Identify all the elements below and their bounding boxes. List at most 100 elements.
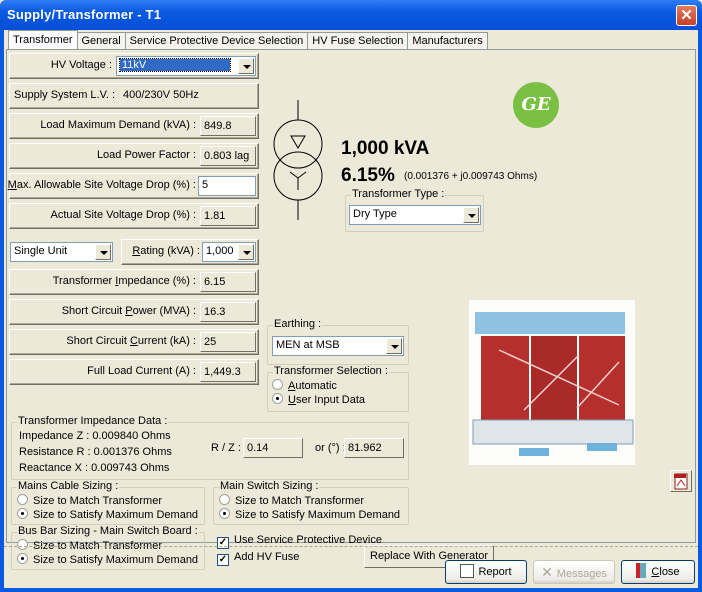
rating-row: Rating (kVA) : 1,000 (121, 239, 259, 265)
radio-selected-icon (17, 508, 28, 519)
load-power-factor-button[interactable]: Load Power Factor : 0.803 lag (9, 143, 259, 169)
dialog-client: Transformer General Service Protective D… (4, 30, 698, 588)
short-circuit-current-button[interactable]: Short Circuit Current (kA) : 25 (9, 329, 259, 355)
impedance-data-group: Transformer Impedance Data : Impedance Z… (11, 415, 409, 480)
unit-type-select[interactable]: Single Unit (10, 242, 113, 262)
hv-voltage-select[interactable]: 11kV (116, 56, 256, 76)
messages-button[interactable]: ✕ Messages (533, 560, 615, 584)
hv-voltage-row: HV Voltage : 11kV (9, 53, 259, 79)
short-circuit-power-button[interactable]: Short Circuit Power (MVA) : 16.3 (9, 299, 259, 325)
impedance-data-label: Transformer Impedance Data : (17, 415, 169, 427)
report-icon (460, 564, 475, 578)
radio-automatic[interactable]: Automatic (272, 379, 337, 392)
supply-system-button[interactable]: Supply System L.V. : 400/230V 50Hz (9, 83, 259, 109)
tab-manufacturers[interactable]: Manufacturers (407, 32, 488, 49)
reactance-x-text: Reactance X : 0.009743 Ohms (19, 462, 170, 474)
unit-type-value: Single Unit (14, 245, 68, 257)
chevron-down-icon[interactable] (463, 207, 479, 223)
messages-x-icon: ✕ (541, 564, 553, 580)
angle-label: or (°) : (315, 442, 346, 454)
radio-selected-icon (272, 393, 283, 404)
pdf-datasheet-button[interactable] (670, 470, 692, 492)
bus-bar-sizing-label: Bus Bar Sizing - Main Switch Board : (17, 525, 199, 537)
radio-user-input-data[interactable]: User Input Data (272, 393, 365, 406)
rating-label: Rating (kVA) : (132, 245, 200, 257)
radio-circle-icon (17, 539, 28, 550)
transformer-impedance-value: 6.15 (200, 272, 256, 292)
chevron-down-icon[interactable] (238, 58, 254, 74)
ge-logo: GE (513, 82, 559, 128)
transformer-tab-panel: HV Voltage : 11kV Supply System L.V. : 4… (6, 49, 696, 570)
transformer-selection-label: Transformer Selection : (273, 365, 389, 377)
transformer-impedance-label: Transformer Impedance (%) : (52, 275, 196, 287)
transformer-type-label: Transformer Type : (351, 188, 446, 200)
load-power-factor-value: 0.803 lag (200, 146, 256, 166)
earthing-group: Earthing : MEN at MSB (267, 318, 409, 365)
hv-voltage-value: 11kV (119, 58, 231, 72)
load-max-demand-value: 849.8 (200, 116, 256, 136)
full-load-current-value: 1,449.3 (200, 362, 256, 382)
mains-cable-sizing-label: Mains Cable Sizing : (17, 480, 120, 492)
impedance-percent-summary: 6.15% (341, 165, 395, 186)
max-site-vdrop-label: Max. Allowable Site Voltage Drop (%) : (7, 179, 196, 191)
full-load-current-button[interactable]: Full Load Current (A) : 1,449.3 (9, 359, 259, 385)
tab-service-protective-device-selection[interactable]: Service Protective Device Selection (124, 32, 309, 49)
actual-site-vdrop-button[interactable]: Actual Site Voltage Drop (%) : 1.81 (9, 203, 259, 229)
tab-transformer[interactable]: Transformer (8, 30, 78, 49)
radio-selected-icon (219, 508, 230, 519)
tab-hv-fuse-selection[interactable]: HV Fuse Selection (307, 32, 409, 49)
short-circuit-current-value: 25 (200, 332, 256, 352)
tab-general[interactable]: General (76, 32, 126, 49)
transformer-type-value: Dry Type (353, 208, 397, 220)
short-circuit-power-label: Short Circuit Power (MVA) : (61, 305, 196, 317)
main-switch-sizing-label: Main Switch Sizing : (219, 480, 320, 492)
transformer-symbol-icon (273, 100, 323, 220)
pdf-icon (674, 473, 688, 490)
dry-type-transformer-image (472, 312, 634, 456)
short-circuit-current-label: Short Circuit Current (kA) : (66, 335, 196, 347)
report-button[interactable]: Report (445, 560, 527, 584)
transformer-type-select[interactable]: Dry Type (349, 205, 481, 225)
earthing-select[interactable]: MEN at MSB (272, 336, 404, 356)
max-site-vdrop-row: Max. Allowable Site Voltage Drop (%) : 5 (7, 173, 259, 199)
radio-mains-cable-satisfy-demand[interactable]: Size to Satisfy Maximum Demand (17, 508, 198, 521)
dialog-window: Supply/Transformer - T1 ✕ Transformer Ge… (0, 0, 702, 592)
radio-circle-icon (17, 494, 28, 505)
footer-separator (4, 546, 698, 547)
radio-main-switch-satisfy-demand[interactable]: Size to Satisfy Maximum Demand (219, 508, 400, 521)
radio-circle-icon (272, 379, 283, 390)
radio-main-switch-match-transformer[interactable]: Size to Match Transformer (219, 494, 364, 507)
close-button[interactable]: Close (621, 560, 695, 584)
transformer-impedance-button[interactable]: Transformer Impedance (%) : 6.15 (9, 269, 259, 295)
earthing-value: MEN at MSB (276, 339, 340, 351)
radio-mains-cable-match-transformer[interactable]: Size to Match Transformer (17, 494, 162, 507)
earthing-label: Earthing : (273, 318, 323, 330)
short-circuit-power-value: 16.3 (200, 302, 256, 322)
rating-select[interactable]: 1,000 (202, 242, 256, 262)
title-bar[interactable]: Supply/Transformer - T1 ✕ (0, 0, 702, 30)
add-hv-fuse-checkbox[interactable]: ✓ Add HV Fuse (217, 551, 299, 566)
window-title: Supply/Transformer - T1 (7, 7, 162, 22)
radio-selected-icon (17, 553, 28, 564)
resistance-r-text: Resistance R : 0.001376 Ohms (19, 446, 172, 458)
load-power-factor-label: Load Power Factor : (96, 149, 196, 161)
impedance-z-text: Impedance Z : 0.009840 Ohms (19, 430, 171, 442)
supply-system-label: Supply System L.V. : (14, 89, 116, 101)
chevron-down-icon[interactable] (238, 244, 254, 260)
chevron-down-icon[interactable] (95, 244, 111, 260)
hv-voltage-label: HV Voltage : (50, 59, 112, 71)
rz-value: 0.14 (243, 438, 303, 458)
close-window-button[interactable]: ✕ (676, 5, 697, 26)
transformer-photo (469, 300, 635, 465)
supply-system-value: 400/230V 50Hz (120, 86, 256, 106)
radio-bus-bar-satisfy-demand[interactable]: Size to Satisfy Maximum Demand (17, 553, 198, 566)
exit-door-icon (636, 563, 647, 578)
transformer-type-group: Transformer Type : Dry Type (345, 188, 484, 232)
load-max-demand-button[interactable]: Load Maximum Demand (kVA) : 849.8 (9, 113, 259, 139)
kva-summary: 1,000 kVA (341, 138, 430, 159)
angle-value: 81.962 (344, 438, 404, 458)
max-site-vdrop-input[interactable]: 5 (198, 176, 256, 196)
transformer-selection-group: Transformer Selection : Automatic User I… (267, 365, 409, 412)
load-max-demand-label: Load Maximum Demand (kVA) : (40, 119, 196, 131)
chevron-down-icon[interactable] (386, 338, 402, 354)
